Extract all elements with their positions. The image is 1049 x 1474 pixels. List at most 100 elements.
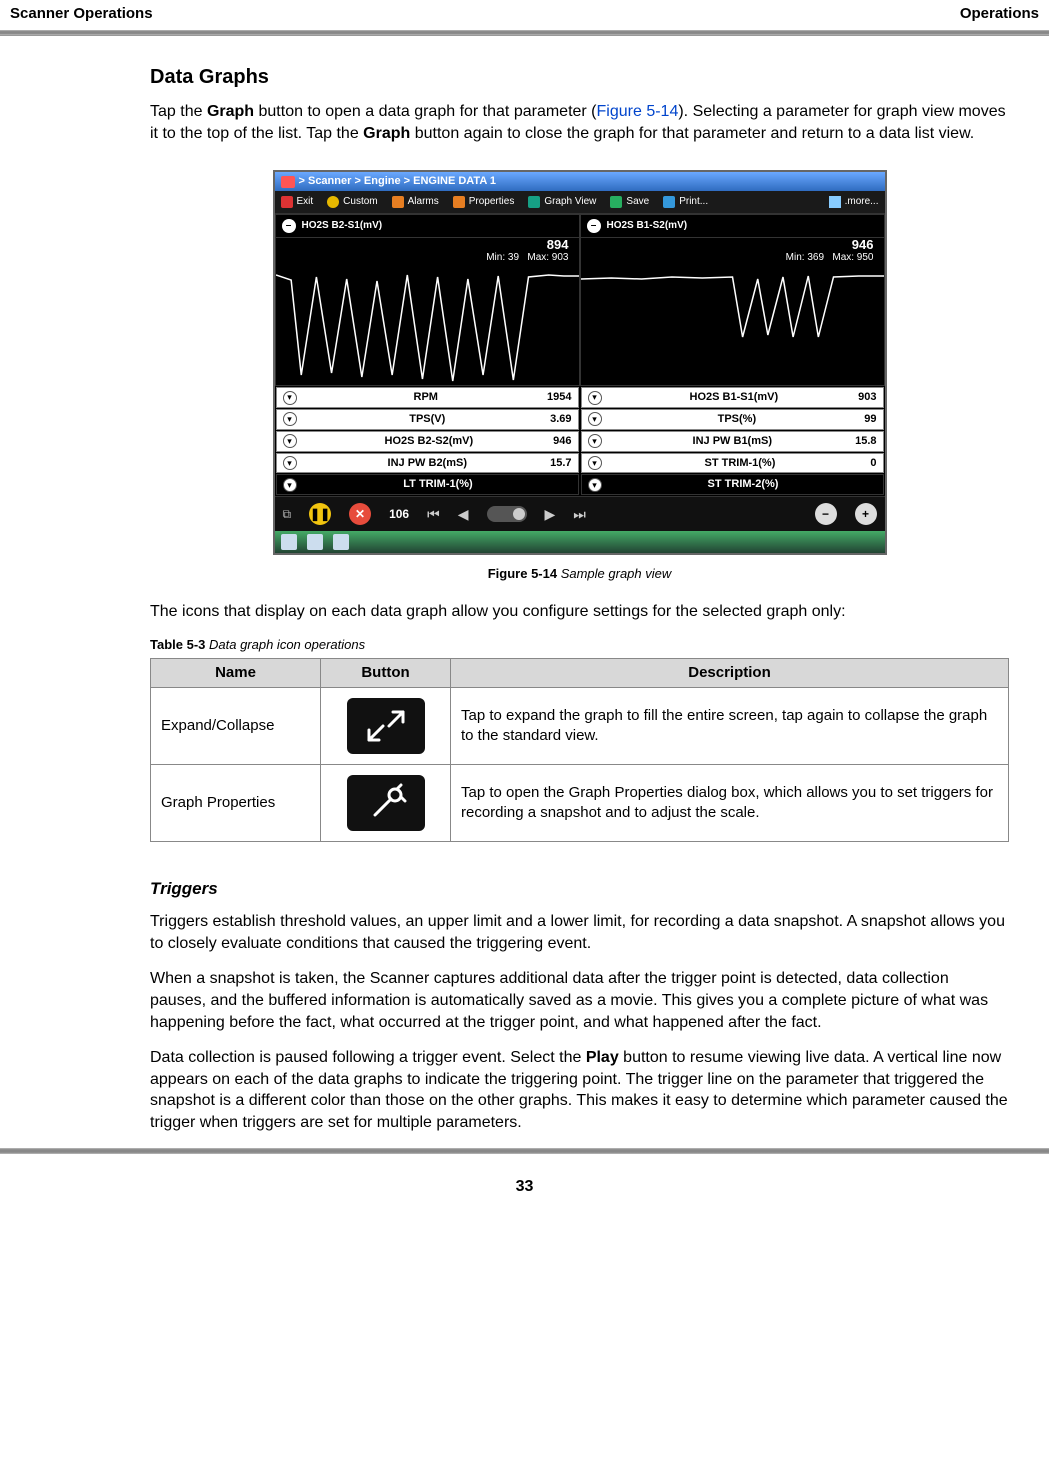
text-bold: Graph	[207, 103, 254, 120]
expand-icon[interactable]: ▾	[588, 391, 602, 405]
graph-current-value: 894	[547, 237, 569, 252]
col-header-name: Name	[151, 658, 321, 687]
data-row[interactable]: ▾ TPS(V)3.69	[276, 409, 579, 430]
data-row[interactable]: ▾RPM1954	[276, 387, 579, 408]
step-forward-button[interactable]: ▶	[545, 505, 556, 524]
skip-back-button[interactable]: ⏮	[427, 505, 440, 524]
data-row[interactable]: ▾ST TRIM-2(%)	[581, 474, 884, 495]
breadcrumb: > Scanner > Engine > ENGINE DATA 1	[299, 174, 497, 189]
save-button[interactable]: Save	[610, 195, 649, 209]
graph-title: HO2S B2-S1(mV)	[302, 219, 383, 233]
data-row[interactable]: ▾HO2S B1-S1(mV)903	[581, 387, 884, 408]
graph-max: Max: 950	[832, 252, 873, 263]
more-icon	[829, 196, 841, 208]
row-label: TPS(%)	[610, 412, 865, 427]
graph-title: HO2S B1-S2(mV)	[607, 219, 688, 233]
graph-plot	[581, 265, 884, 385]
expand-icon[interactable]: ▾	[283, 391, 297, 405]
expand-icon[interactable]: ▾	[283, 412, 297, 426]
data-row[interactable]: ▾ ST TRIM-1(%)0	[581, 453, 884, 474]
custom-icon	[327, 196, 339, 208]
scanner-screenshot: > Scanner > Engine > ENGINE DATA 1 Exit …	[273, 170, 887, 555]
home-icon[interactable]	[281, 534, 297, 550]
zoom-out-button[interactable]: −	[815, 503, 837, 525]
row-value: 0	[870, 456, 876, 471]
expand-icon[interactable]: ▾	[588, 456, 602, 470]
data-row[interactable]: ▾ INJ PW B1(mS)15.8	[581, 431, 884, 452]
printer-icon	[663, 196, 675, 208]
back-arrow-icon	[281, 196, 293, 208]
app-icon	[281, 176, 295, 188]
figure-caption: Figure 5-14 Sample graph view	[150, 565, 1009, 583]
cell-button	[321, 688, 451, 765]
exit-button[interactable]: Exit	[281, 195, 314, 209]
label: Save	[626, 195, 649, 209]
collapse-icon[interactable]: –	[282, 219, 296, 233]
data-row[interactable]: ▾ INJ PW B2(mS)15.7	[276, 453, 579, 474]
figure-reference-link[interactable]: Figure 5-14	[597, 103, 679, 120]
properties-button[interactable]: Properties	[453, 195, 515, 209]
data-row[interactable]: ▾HO2S B2-S2(mV)946	[276, 431, 579, 452]
expand-collapse-icon	[347, 698, 425, 754]
row-label: INJ PW B1(mS)	[610, 434, 856, 449]
table-label: Table 5-3	[150, 637, 205, 652]
expand-icon[interactable]: ▾	[283, 456, 297, 470]
table-row: Expand/Collapse Tap to expan	[151, 688, 1009, 765]
row-value: 99	[864, 412, 876, 427]
cell-name: Expand/Collapse	[151, 688, 321, 765]
row-value: 15.8	[855, 434, 876, 449]
toolbar: Exit Custom Alarms Properties Graph View…	[275, 191, 885, 214]
expand-icon[interactable]: ▾	[283, 434, 297, 448]
task-bar	[275, 531, 885, 553]
row-value: 1954	[547, 390, 571, 405]
row-value: 15.7	[550, 456, 571, 471]
step-back-button[interactable]: ◀	[458, 505, 469, 524]
skip-forward-button[interactable]: ⏭	[573, 505, 586, 524]
custom-button[interactable]: Custom	[327, 195, 377, 209]
pause-button[interactable]: ❚❚	[309, 503, 331, 525]
label: Alarms	[408, 195, 439, 209]
table-row: Graph Properties Tap to open the Graph P…	[151, 765, 1009, 842]
graph-icon	[528, 196, 540, 208]
text-bold: Graph	[363, 125, 410, 142]
section-heading-data-graphs: Data Graphs	[150, 64, 1009, 91]
wrench-icon	[453, 196, 465, 208]
camera-icon[interactable]: ⧉	[283, 506, 292, 522]
text: button to open a data graph for that par…	[254, 103, 596, 120]
text: Tap the	[150, 103, 207, 120]
paragraph-intro: Tap the Graph button to open a data grap…	[150, 101, 1009, 144]
print-button[interactable]: Print...	[663, 195, 708, 209]
header-left: Scanner Operations	[10, 4, 153, 24]
expand-icon[interactable]: ▾	[588, 434, 602, 448]
close-button[interactable]: ✕	[349, 503, 371, 525]
triggers-para-2: When a snapshot is taken, the Scanner ca…	[150, 968, 1009, 1033]
footer-rule	[0, 1148, 1049, 1154]
data-row[interactable]: ▾ LT TRIM-1(%)	[276, 474, 579, 495]
graph-view-button[interactable]: Graph View	[528, 195, 596, 209]
graph-min: Min: 369	[786, 252, 824, 263]
graph-panel-right: – HO2S B1-S2(mV) 946 Min: 369 Max: 950	[580, 214, 885, 386]
tool-icon[interactable]	[333, 534, 349, 550]
more-button[interactable]: .more...	[829, 195, 879, 209]
row-value: 3.69	[550, 412, 571, 427]
row-label: ST TRIM-1(%)	[610, 456, 871, 471]
row-label: LT TRIM-1(%)	[305, 477, 572, 492]
graph-min: Min: 39	[486, 252, 519, 263]
zoom-in-button[interactable]: +	[855, 503, 877, 525]
data-row[interactable]: ▾ TPS(%)99	[581, 409, 884, 430]
graph-plot	[276, 265, 579, 385]
expand-icon[interactable]: ▾	[283, 478, 297, 492]
playback-slider[interactable]	[487, 506, 527, 522]
row-label: TPS(V)	[305, 412, 551, 427]
alarms-button[interactable]: Alarms	[392, 195, 439, 209]
apps-icon[interactable]	[307, 534, 323, 550]
expand-icon[interactable]: ▾	[588, 478, 602, 492]
row-label: INJ PW B2(mS)	[305, 456, 551, 471]
label: Custom	[343, 195, 377, 209]
text-bold: Play	[586, 1049, 619, 1066]
expand-icon[interactable]: ▾	[588, 412, 602, 426]
label: Graph View	[544, 195, 596, 209]
collapse-icon[interactable]: –	[587, 219, 601, 233]
label: Print...	[679, 195, 708, 209]
page-number: 33	[0, 1176, 1049, 1198]
